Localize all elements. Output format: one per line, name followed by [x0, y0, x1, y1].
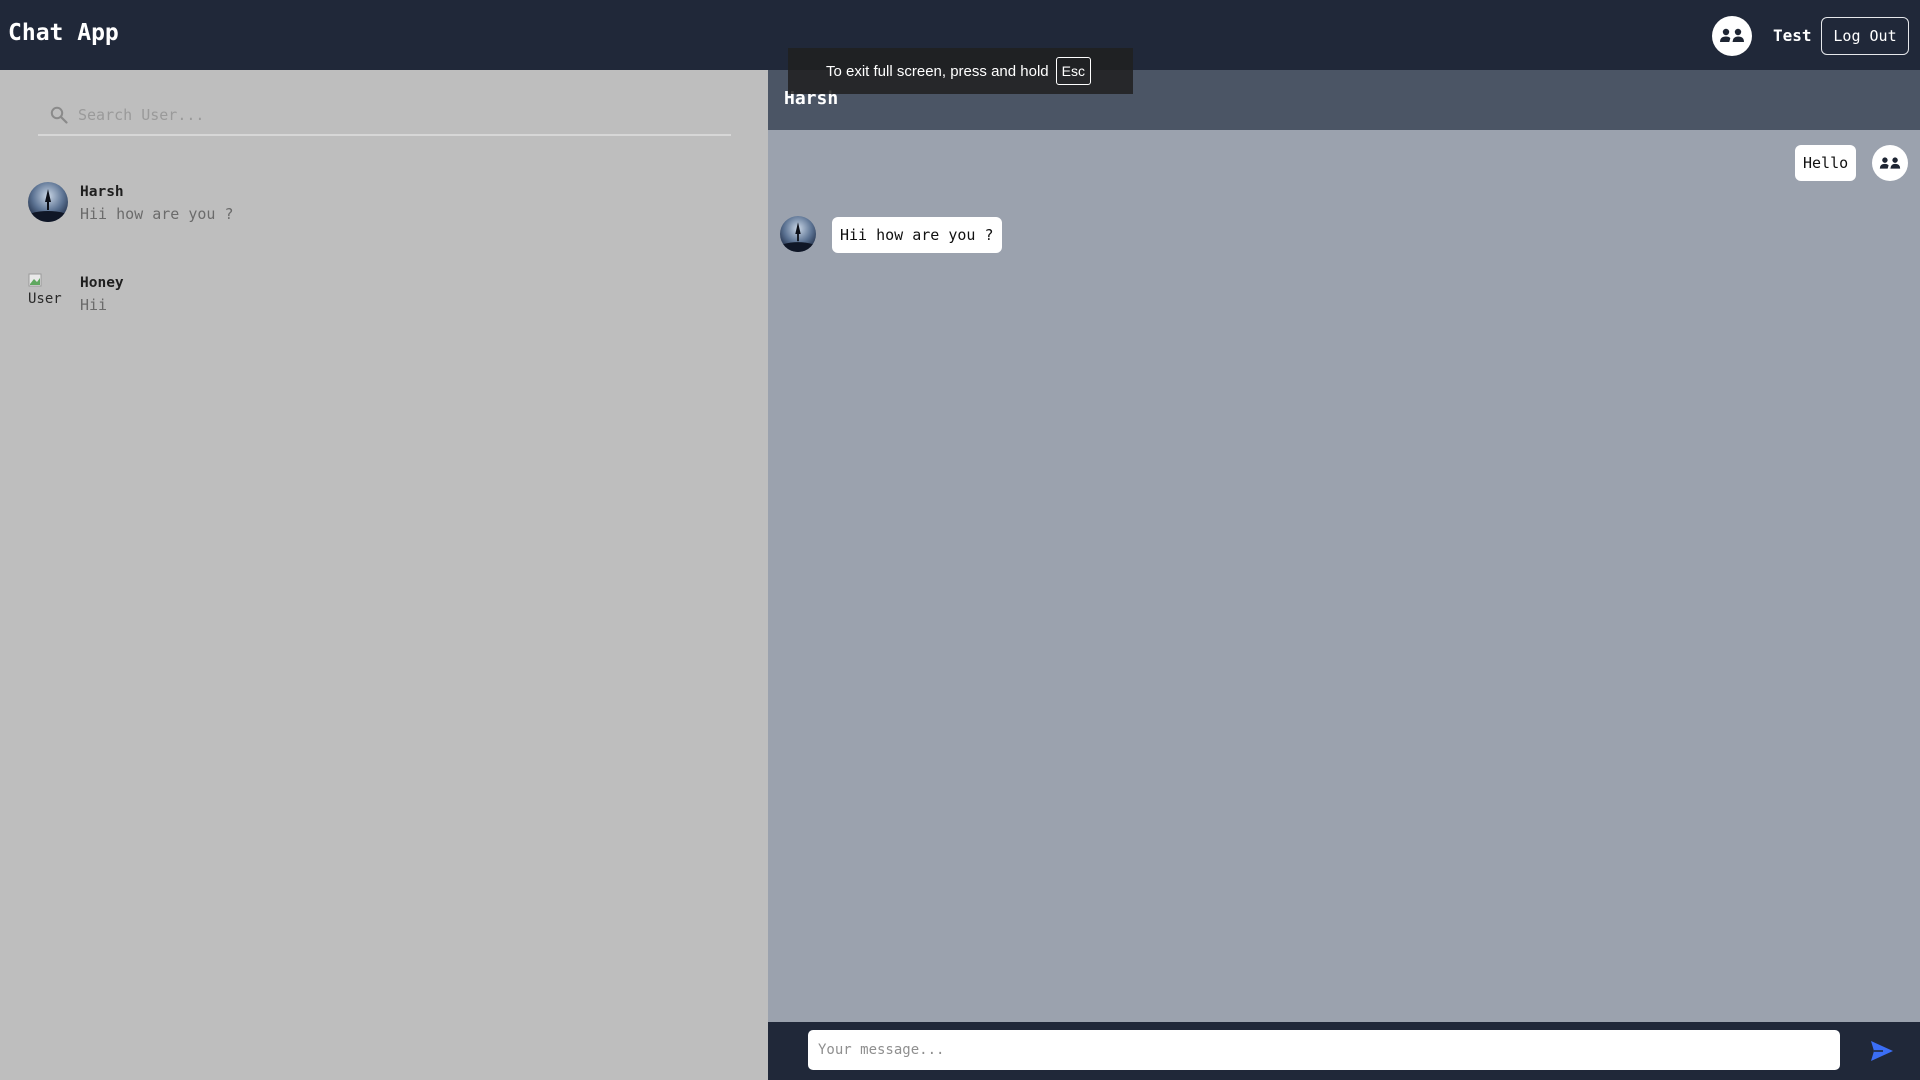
group-users-icon — [1720, 28, 1744, 44]
received-message-bubble: Hii how are you ? — [832, 217, 1002, 253]
current-username: Test — [1773, 26, 1812, 45]
avatar-alt-text: User — [28, 291, 62, 307]
logout-button[interactable]: Log Out — [1821, 17, 1909, 55]
broken-image-icon — [28, 273, 42, 287]
esc-key-hint: Esc — [1055, 57, 1091, 85]
user-name: Honey — [80, 275, 124, 291]
user-avatar-harsh — [28, 182, 68, 222]
message-input[interactable] — [808, 1030, 1840, 1070]
group-users-icon — [1879, 156, 1901, 170]
fullscreen-toast: To exit full screen, press and hold Esc — [788, 48, 1133, 94]
app-title: Chat App — [8, 20, 119, 46]
last-message: Hii — [80, 296, 108, 314]
search-icon — [50, 106, 68, 124]
user-avatar[interactable] — [1712, 16, 1752, 56]
search-user-input[interactable] — [78, 100, 718, 130]
message-composer — [768, 1022, 1920, 1080]
toast-text: To exit full screen, press and hold — [826, 62, 1049, 80]
user-list-item-harsh[interactable]: Harsh Hii how are you ? — [0, 182, 768, 262]
recipient-avatar — [780, 216, 816, 252]
chat-pane: Harsh Hello Hii how are you ? Your messa… — [768, 70, 1920, 1080]
send-icon[interactable] — [1869, 1038, 1895, 1064]
broken-avatar-image: User — [28, 273, 68, 313]
user-name: Harsh — [80, 184, 124, 200]
last-message: Hii how are you ? — [80, 205, 234, 223]
user-list-item-honey[interactable]: User Honey Hii — [0, 273, 768, 353]
sidebar: Harsh Hii how are you ? User Honey Hii — [0, 70, 768, 1080]
user-search — [38, 94, 731, 136]
sent-message-bubble: Hello — [1795, 145, 1857, 181]
sender-avatar — [1872, 145, 1908, 181]
